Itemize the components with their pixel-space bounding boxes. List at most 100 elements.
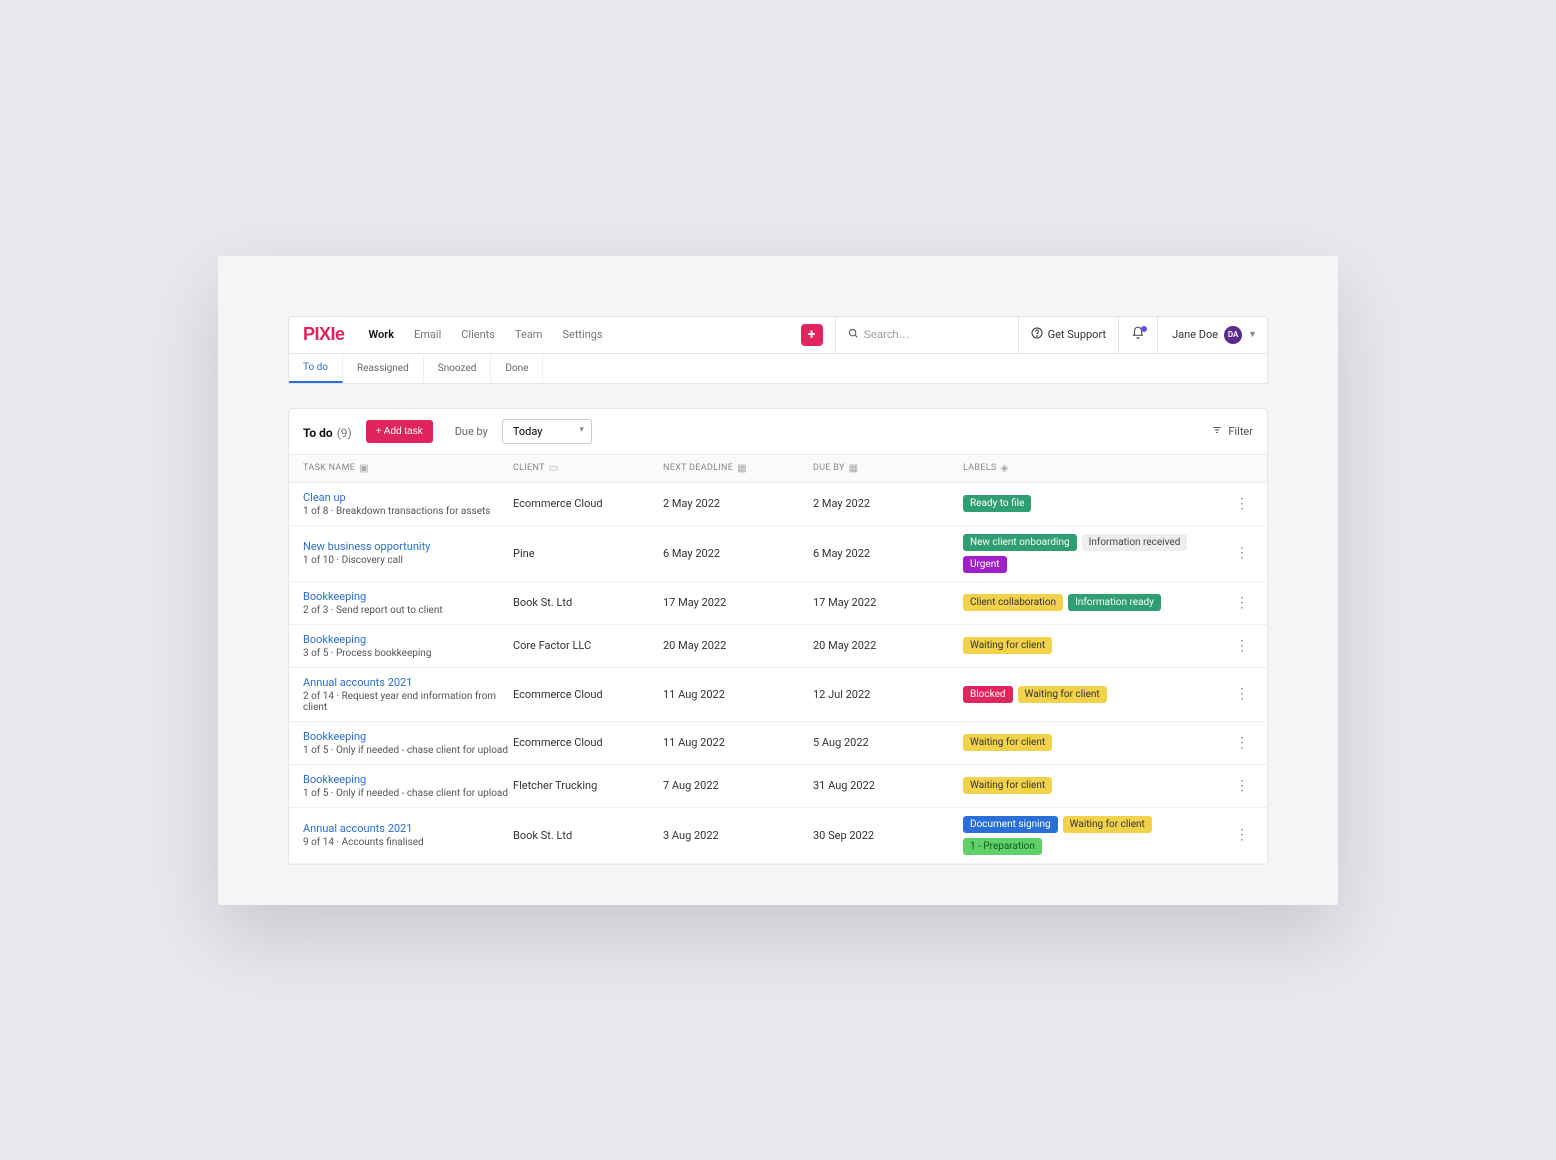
client-cell: Ecommerce Cloud: [513, 497, 663, 510]
support-label: Get Support: [1048, 328, 1106, 341]
nav-item-team[interactable]: Team: [505, 328, 553, 341]
label-badge[interactable]: Client collaboration: [963, 594, 1063, 611]
table-row: Bookkeeping 1 of 5 · Only if needed - cha…: [289, 722, 1267, 765]
task-link[interactable]: Bookkeeping: [303, 590, 513, 603]
row-menu-button[interactable]: ⋮: [1231, 779, 1253, 793]
subtab-done[interactable]: Done: [491, 354, 543, 383]
label-badge[interactable]: Waiting for client: [1018, 686, 1107, 703]
subtab-snoozed[interactable]: Snoozed: [424, 354, 492, 383]
avatar: DA: [1224, 326, 1242, 344]
chevron-down-icon: ▼: [1248, 329, 1257, 340]
dueby-select[interactable]: Today: [502, 419, 592, 444]
label-badge[interactable]: 1 - Preparation: [963, 838, 1042, 855]
row-menu-button[interactable]: ⋮: [1231, 639, 1253, 653]
task-link[interactable]: Bookkeeping: [303, 773, 513, 786]
label-badge[interactable]: Waiting for client: [963, 777, 1052, 794]
filter-button[interactable]: Filter: [1211, 425, 1253, 438]
label-badge[interactable]: Urgent: [963, 556, 1007, 573]
label-badge[interactable]: Information ready: [1068, 594, 1161, 611]
labels-cell: Document signing Waiting for client 1 - Pr…: [963, 816, 1231, 855]
add-task-button[interactable]: + Add task: [366, 420, 433, 443]
topbar: PIXIe WorkEmailClientsTeamSettings + Get…: [288, 316, 1268, 354]
task-link[interactable]: Clean up: [303, 491, 513, 504]
row-menu-button[interactable]: ⋮: [1231, 687, 1253, 701]
subtab-reassigned[interactable]: Reassigned: [343, 354, 424, 383]
task-link[interactable]: New business opportunity: [303, 540, 513, 553]
label-badge[interactable]: New client onboarding: [963, 534, 1077, 551]
user-name: Jane Doe: [1172, 328, 1218, 341]
due-cell: 5 Aug 2022: [813, 736, 963, 749]
app-inner: PIXIe WorkEmailClientsTeamSettings + Get…: [218, 256, 1338, 905]
labels-cell: Client collaboration Information ready: [963, 594, 1231, 611]
table-body: Clean up1 of 8 · Breakdown transactions …: [289, 483, 1267, 864]
nav-item-work[interactable]: Work: [359, 328, 404, 341]
support-link[interactable]: Get Support: [1018, 317, 1118, 353]
deadline-cell: 17 May 2022: [663, 596, 813, 609]
section-title: To do (9): [303, 422, 352, 441]
col-due[interactable]: Due By▦: [813, 463, 963, 474]
task-meta: 3 of 5 · Process bookkeeping: [303, 648, 513, 659]
content-panel: To do (9) + Add task Due by Today Filter…: [288, 408, 1268, 865]
col-task[interactable]: Task Name▣: [303, 463, 513, 474]
dueby-label: Due by: [455, 425, 488, 438]
task-meta: 1 of 5 · Only if needed - chase client f…: [303, 788, 513, 799]
table-row: Bookkeeping 2 of 3 · Send report out to c…: [289, 582, 1267, 625]
col-client[interactable]: Client▭: [513, 463, 663, 474]
task-link[interactable]: Annual accounts 2021: [303, 676, 513, 689]
table-row: New business opportunity1 of 10 · Discov…: [289, 526, 1267, 582]
due-cell: 31 Aug 2022: [813, 779, 963, 792]
help-icon: [1031, 327, 1043, 342]
client-cell: Ecommerce Cloud: [513, 688, 663, 701]
task-meta: 9 of 14 · Accounts finalised: [303, 837, 513, 848]
task-meta: 2 of 3 · Send report out to client: [303, 605, 513, 616]
deadline-cell: 7 Aug 2022: [663, 779, 813, 792]
due-cell: 17 May 2022: [813, 596, 963, 609]
task-link[interactable]: Bookkeeping: [303, 730, 513, 743]
table-header: Task Name▣ Client▭ Next Deadline▦ Due By…: [289, 454, 1267, 483]
label-badge[interactable]: Waiting for client: [963, 637, 1052, 654]
search-input[interactable]: [864, 329, 1006, 341]
row-menu-button[interactable]: ⋮: [1231, 828, 1253, 842]
task-meta: 1 of 5 · Only if needed - chase client f…: [303, 745, 513, 756]
labels-cell: Waiting for client: [963, 734, 1231, 751]
notification-dot-icon: [1141, 326, 1147, 332]
client-cell: Ecommerce Cloud: [513, 736, 663, 749]
col-labels[interactable]: Labels◈: [963, 463, 1253, 474]
tag-icon: ◈: [1001, 463, 1009, 474]
primary-nav: WorkEmailClientsTeamSettings: [359, 328, 613, 341]
label-badge[interactable]: Blocked: [963, 686, 1013, 703]
nav-item-email[interactable]: Email: [404, 328, 451, 341]
labels-cell: Waiting for client: [963, 637, 1231, 654]
calendar-icon: ▦: [737, 463, 747, 474]
deadline-cell: 6 May 2022: [663, 547, 813, 560]
row-menu-button[interactable]: ⋮: [1231, 546, 1253, 560]
nav-item-clients[interactable]: Clients: [451, 328, 505, 341]
brand-logo[interactable]: PIXIe: [289, 324, 359, 345]
row-menu-button[interactable]: ⋮: [1231, 736, 1253, 750]
deadline-cell: 2 May 2022: [663, 497, 813, 510]
subtab-to-do[interactable]: To do: [289, 354, 343, 383]
deadline-cell: 3 Aug 2022: [663, 829, 813, 842]
section-label: To do: [303, 426, 333, 440]
user-menu[interactable]: Jane Doe DA ▼: [1157, 317, 1267, 353]
table-row: Annual accounts 2021 9 of 14 · Accounts f…: [289, 808, 1267, 864]
add-button[interactable]: +: [801, 324, 823, 346]
row-menu-button[interactable]: ⋮: [1231, 497, 1253, 511]
nav-item-settings[interactable]: Settings: [552, 328, 612, 341]
notifications-button[interactable]: [1118, 317, 1157, 353]
label-badge[interactable]: Ready to file: [963, 495, 1031, 512]
task-link[interactable]: Annual accounts 2021: [303, 822, 513, 835]
label-badge[interactable]: Waiting for client: [963, 734, 1052, 751]
section-count: (9): [337, 426, 352, 440]
deadline-cell: 11 Aug 2022: [663, 736, 813, 749]
col-deadline[interactable]: Next Deadline▦: [663, 463, 813, 474]
label-badge[interactable]: Document signing: [963, 816, 1058, 833]
row-menu-button[interactable]: ⋮: [1231, 596, 1253, 610]
label-badge[interactable]: Information received: [1082, 534, 1188, 551]
task-link[interactable]: Bookkeeping: [303, 633, 513, 646]
search-wrap: [835, 317, 1018, 353]
client-cell: Book St. Ltd: [513, 829, 663, 842]
label-badge[interactable]: Waiting for client: [1063, 816, 1152, 833]
card-icon: ▭: [549, 463, 559, 474]
calendar-icon: ▦: [849, 463, 859, 474]
